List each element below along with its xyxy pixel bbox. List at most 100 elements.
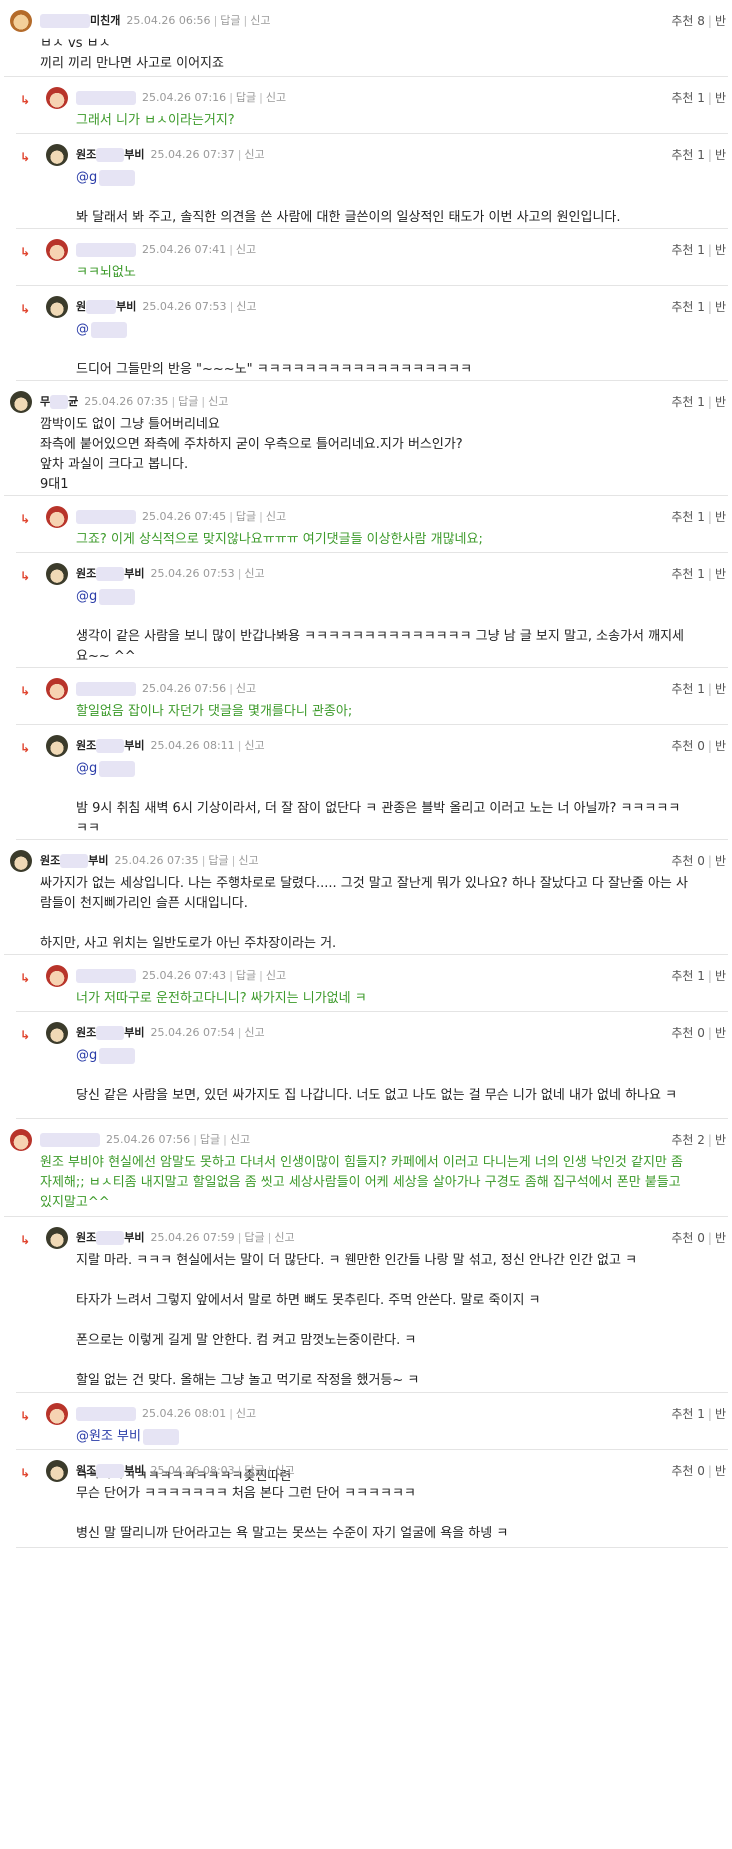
oppose-link[interactable]: 반 [715,739,726,753]
report-link[interactable]: 신고 [230,1133,250,1146]
report-link[interactable]: 신고 [236,682,256,695]
nickname[interactable] [76,91,136,105]
mention[interactable]: @g [76,759,688,779]
reply-link[interactable]: 답글 [236,91,256,104]
oppose-link[interactable]: 반 [715,969,726,983]
nickname[interactable] [76,510,136,524]
nickname[interactable]: 원조 부비 [40,854,109,868]
nickname[interactable] [76,243,136,257]
mention[interactable]: @g [76,1046,688,1066]
avatar[interactable] [46,1022,68,1044]
recommend-count[interactable]: 추천 1 | 반 [671,967,726,984]
oppose-link[interactable]: 반 [715,1231,726,1245]
recommend-count[interactable]: 추천 8 | 반 [671,12,726,29]
nickname[interactable] [40,1133,100,1147]
oppose-link[interactable]: 반 [715,243,726,257]
reply-link[interactable]: 답글 [220,14,240,27]
report-link[interactable]: 신고 [236,243,256,256]
avatar[interactable] [46,563,68,585]
report-link[interactable]: 신고 [250,14,270,27]
oppose-link[interactable]: 반 [715,1464,726,1478]
mention[interactable]: @g [76,168,688,188]
nickname[interactable]: 원조 부비 [76,148,145,162]
reply-link[interactable]: 답글 [178,395,198,408]
recommend-count[interactable]: 추천 1 | 반 [671,565,726,582]
reply-link[interactable]: 답글 [236,510,256,523]
mention[interactable]: @원조 부비 [76,1427,688,1447]
nickname[interactable]: 원조 부비 [76,567,145,581]
report-link[interactable]: 신고 [266,91,286,104]
mention[interactable]: @g [76,587,688,607]
avatar[interactable] [10,850,32,872]
avatar[interactable] [10,391,32,413]
reply-link[interactable]: 답글 [236,969,256,982]
oppose-link[interactable]: 반 [715,300,726,314]
nickname[interactable] [76,969,136,983]
avatar[interactable] [46,1227,68,1249]
avatar[interactable] [46,735,68,757]
oppose-link[interactable]: 반 [715,91,726,105]
recommend-count[interactable]: 추천 0 | 반 [671,737,726,754]
nickname[interactable]: 원조 부비 [76,1026,145,1040]
reply-link[interactable]: 답글 [208,854,228,867]
avatar[interactable] [46,965,68,987]
oppose-link[interactable]: 반 [715,1133,726,1147]
oppose-link[interactable]: 반 [715,395,726,409]
recommend-count[interactable]: 추천 1 | 반 [671,508,726,525]
nickname[interactable]: 원 부비 [76,300,136,314]
report-link[interactable]: 신고 [244,148,264,161]
report-link[interactable]: 신고 [236,1407,256,1420]
report-link[interactable]: 신고 [238,854,258,867]
oppose-link[interactable]: 반 [715,510,726,524]
nickname[interactable]: 미친개 [40,14,120,28]
recommend-count[interactable]: 추천 1 | 반 [671,89,726,106]
report-link[interactable]: 신고 [244,567,264,580]
recommend-count[interactable]: 추천 1 | 반 [671,680,726,697]
reply-link[interactable]: 답글 [200,1133,220,1146]
report-link[interactable]: 신고 [274,1231,294,1244]
recommend-count[interactable]: 추천 0 | 반 [671,1024,726,1041]
recommend-count[interactable]: 추천 1 | 반 [671,393,726,410]
report-link[interactable]: 신고 [244,739,264,752]
avatar[interactable] [46,678,68,700]
oppose-link[interactable]: 반 [715,1407,726,1421]
recommend-count[interactable]: 추천 0 | 반 [671,1229,726,1246]
avatar[interactable] [46,296,68,318]
avatar[interactable] [46,144,68,166]
recommend-count[interactable]: 추천 0 | 반 [671,852,726,869]
oppose-link[interactable]: 반 [715,1026,726,1040]
nickname[interactable]: 원조 부비 [76,1231,145,1245]
report-link[interactable]: 신고 [244,1026,264,1039]
oppose-link[interactable]: 반 [715,14,726,28]
avatar[interactable] [10,10,32,32]
avatar[interactable] [46,1403,68,1425]
nickname[interactable] [76,1407,136,1421]
report-link[interactable]: 신고 [208,395,228,408]
nickname[interactable]: 원조 부비 [76,1464,145,1478]
nickname[interactable]: 무균 [40,395,78,409]
oppose-link[interactable]: 반 [715,148,726,162]
avatar[interactable] [46,506,68,528]
oppose-link[interactable]: 반 [715,567,726,581]
report-link[interactable]: 신고 [266,969,286,982]
recommend-count[interactable]: 추천 1 | 반 [671,298,726,315]
avatar[interactable] [46,239,68,261]
reply-link[interactable]: 답글 [244,1231,264,1244]
avatar[interactable] [46,87,68,109]
report-link[interactable]: 신고 [274,1464,294,1477]
oppose-link[interactable]: 반 [715,854,726,868]
recommend-count[interactable]: 추천 1 | 반 [671,241,726,258]
nickname[interactable]: 원조 부비 [76,739,145,753]
oppose-link[interactable]: 반 [715,682,726,696]
recommend-count[interactable]: 추천 2 | 반 [671,1131,726,1148]
recommend-count[interactable]: 추천 0 | 반 [671,1462,726,1479]
reply-link[interactable]: 답글 [244,1464,264,1477]
avatar[interactable] [46,1460,68,1482]
report-link[interactable]: 신고 [236,300,256,313]
report-link[interactable]: 신고 [266,510,286,523]
recommend-count[interactable]: 추천 1 | 반 [671,1405,726,1422]
mention[interactable]: @ [76,320,688,340]
avatar[interactable] [10,1129,32,1151]
recommend-count[interactable]: 추천 1 | 반 [671,146,726,163]
nickname[interactable] [76,682,136,696]
